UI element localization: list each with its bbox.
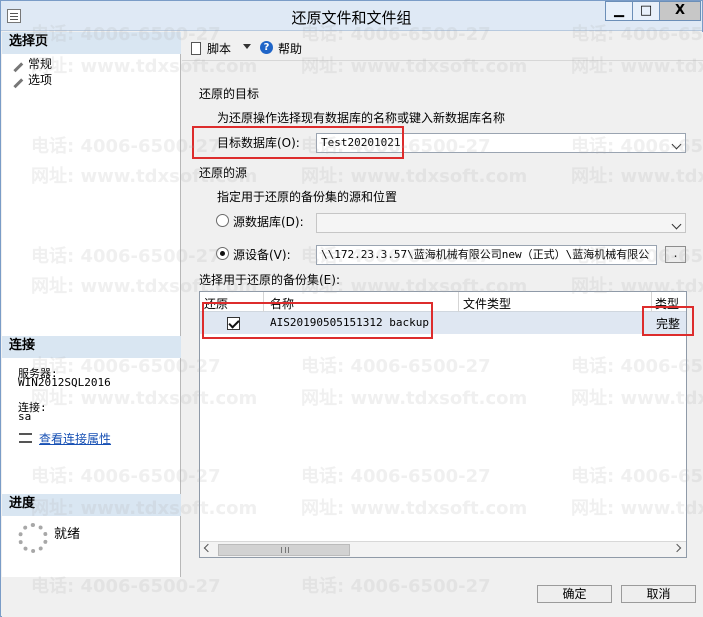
script-icon[interactable]	[191, 42, 201, 55]
restore-files-dialog: 还原文件和文件组 ▁ □ X 选择页 常规 选项 连接 服务器: WIN2012…	[0, 0, 703, 617]
restore-checkbox[interactable]	[227, 317, 240, 330]
source-device-label: 源设备(V):	[233, 248, 291, 262]
connection-value: sa	[18, 410, 32, 423]
maximize-button[interactable]: □	[632, 1, 659, 21]
column-separator	[263, 292, 264, 312]
backup-type-cell: 完整	[656, 317, 681, 331]
minimize-button[interactable]: ▁	[605, 1, 632, 21]
target-database-select[interactable]: Test20201021	[316, 133, 686, 153]
chevron-down-icon	[671, 139, 682, 150]
source-database-radio[interactable]	[216, 214, 229, 227]
chevron-down-icon[interactable]	[243, 44, 251, 49]
browse-button[interactable]: .	[665, 246, 686, 263]
grid-header: 还原 名称 文件类型 类型	[200, 292, 686, 312]
column-file-type[interactable]: 文件类型	[463, 295, 511, 312]
server-value: WIN2012SQL2016	[18, 376, 111, 389]
progress-header: 进度	[2, 494, 181, 516]
column-separator	[651, 292, 652, 312]
backup-name-cell: AIS20190505151312 backup	[270, 316, 429, 329]
target-section-title: 还原的目标	[199, 87, 260, 101]
window-title: 还原文件和文件组	[291, 9, 412, 27]
grip-icon	[281, 547, 289, 553]
ok-button[interactable]: 确定	[537, 585, 612, 603]
help-icon[interactable]: ?	[260, 41, 273, 54]
page-options[interactable]: 选项	[7, 71, 53, 89]
progress-spinner-icon	[18, 523, 48, 553]
help-button[interactable]: 帮助	[278, 40, 302, 57]
target-database-label: 目标数据库(O):	[217, 136, 300, 150]
select-page-header: 选择页	[2, 32, 181, 54]
column-separator	[458, 292, 459, 312]
connection-header: 连接	[2, 336, 181, 358]
cancel-button[interactable]: 取消	[621, 585, 696, 603]
view-connection-properties-link[interactable]: 查看连接属性	[39, 430, 111, 447]
table-row[interactable]: AIS20190505151312 backup 完整	[200, 312, 686, 334]
right-pane: 脚本 ? 帮助 还原的目标 为还原操作选择现有数据库的名称或键入新数据库名称 目…	[182, 32, 703, 577]
page-general[interactable]: 常规	[7, 55, 53, 73]
connection-icon	[19, 433, 32, 443]
scroll-left-icon[interactable]	[203, 543, 213, 553]
column-type[interactable]: 类型	[655, 295, 679, 312]
source-device-radio[interactable]	[216, 247, 229, 260]
horizontal-scrollbar[interactable]	[200, 541, 686, 557]
scroll-thumb[interactable]	[218, 544, 350, 556]
close-button[interactable]: X	[659, 1, 701, 21]
wrench-icon	[7, 56, 24, 73]
left-pane: 选择页 常规 选项 连接 服务器: WIN2012SQL2016 连接: sa …	[2, 32, 181, 577]
column-restore[interactable]: 还原	[204, 295, 228, 312]
target-hint: 为还原操作选择现有数据库的名称或键入新数据库名称	[217, 111, 506, 125]
backup-sets-label: 选择用于还原的备份集(E):	[199, 273, 340, 287]
source-database-label: 源数据库(D):	[233, 215, 304, 229]
target-database-value: Test20201021	[321, 136, 401, 149]
progress-status: 就绪	[54, 527, 81, 542]
source-database-select[interactable]	[316, 213, 686, 233]
page-options-label: 选项	[28, 73, 53, 87]
column-name[interactable]: 名称	[270, 295, 294, 312]
backup-sets-grid: 还原 名称 文件类型 类型 AIS20190505151312 backup 完…	[199, 291, 687, 558]
source-section-title: 还原的源	[199, 166, 248, 180]
script-button[interactable]: 脚本	[207, 40, 231, 57]
toolbar: 脚本 ? 帮助	[182, 32, 703, 61]
wrench-icon	[7, 72, 24, 89]
scroll-right-icon[interactable]	[672, 543, 682, 553]
page-general-label: 常规	[28, 57, 53, 71]
chevron-down-icon	[671, 219, 682, 230]
source-hint: 指定用于还原的备份集的源和位置	[217, 190, 398, 204]
source-device-path-field[interactable]: \\172.23.3.57\蓝海机械有限公司new（正式）\蓝海机械有限公	[316, 245, 657, 265]
title-bar[interactable]: 还原文件和文件组 ▁ □ X	[1, 1, 702, 31]
dialog-button-bar: 确定 取消	[2, 577, 703, 617]
